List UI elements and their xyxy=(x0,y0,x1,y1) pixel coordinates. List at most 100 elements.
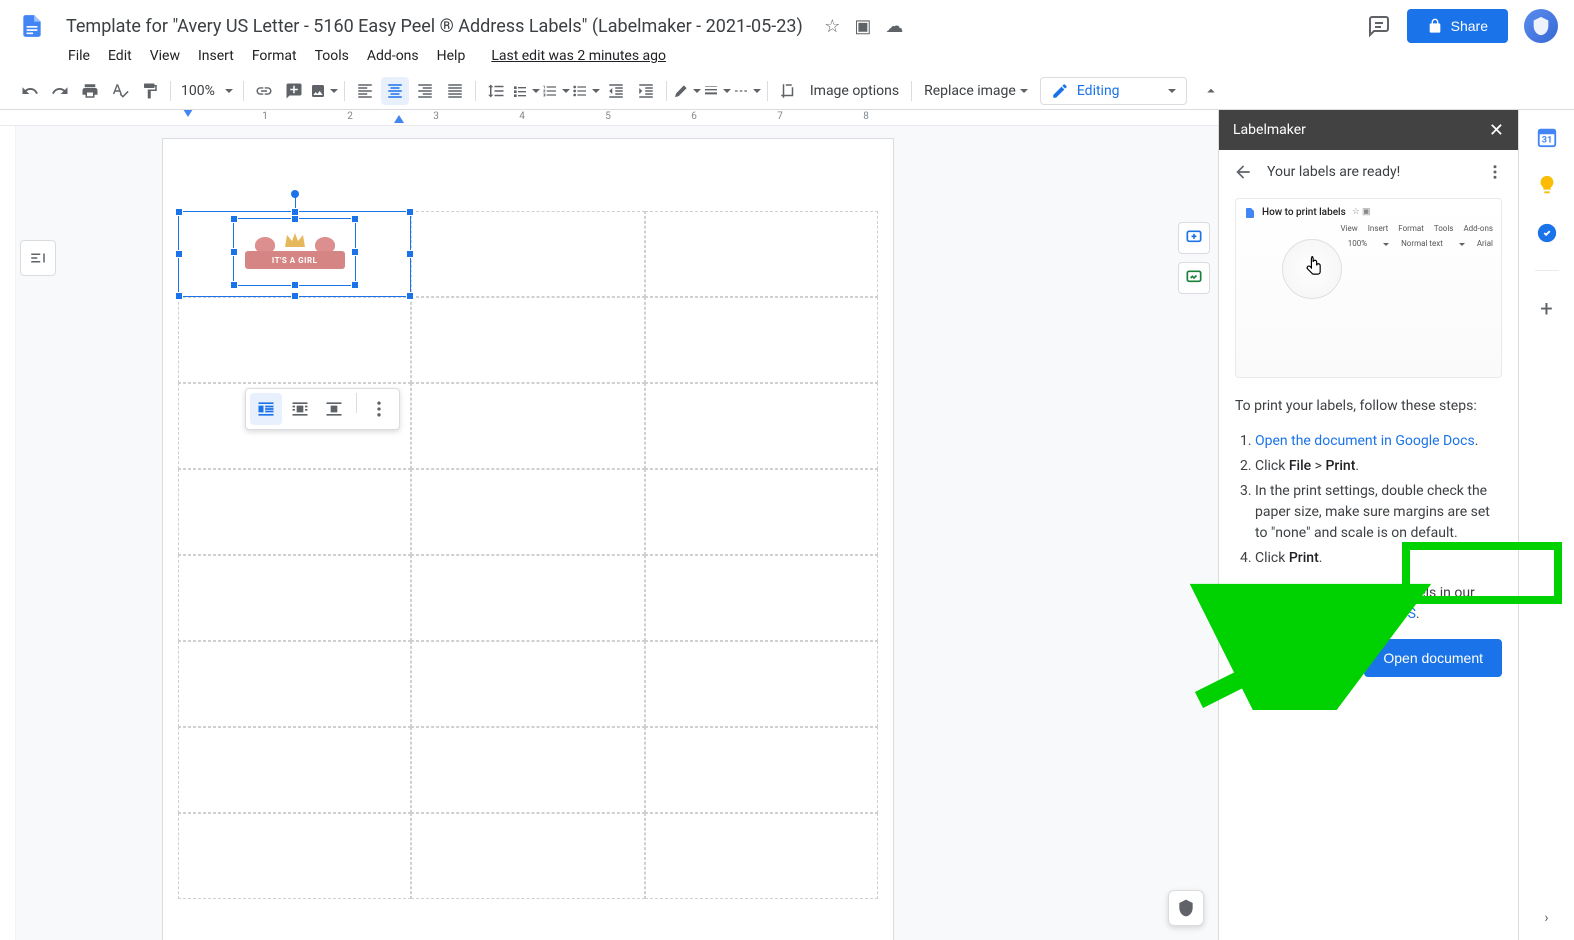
label-cell[interactable] xyxy=(178,813,411,899)
label-cell[interactable] xyxy=(645,211,878,297)
align-center-icon[interactable] xyxy=(381,77,409,105)
label-cell[interactable] xyxy=(411,383,644,469)
menu-tools[interactable]: Tools xyxy=(307,44,357,68)
label-cell[interactable] xyxy=(645,555,878,641)
horizontal-ruler[interactable]: 1 2 3 4 5 6 7 8 xyxy=(0,110,1218,126)
move-icon[interactable]: ▣ xyxy=(854,16,871,37)
add-comment-icon[interactable] xyxy=(1178,222,1210,254)
menu-addons[interactable]: Add-ons xyxy=(359,44,427,68)
cloud-icon[interactable]: ☁ xyxy=(885,16,903,37)
label-cell[interactable] xyxy=(411,555,644,641)
wrap-text-icon[interactable] xyxy=(284,393,316,425)
more-icon[interactable] xyxy=(1486,163,1504,181)
back-icon[interactable] xyxy=(1233,162,1253,182)
align-right-icon[interactable] xyxy=(411,77,439,105)
label-cell[interactable] xyxy=(645,297,878,383)
label-cell[interactable] xyxy=(645,469,878,555)
menu-format[interactable]: Format xyxy=(244,44,305,68)
its-a-girl-image: IT'S A GIRL xyxy=(245,227,345,277)
align-left-icon[interactable] xyxy=(351,77,379,105)
label-cell[interactable] xyxy=(178,555,411,641)
border-weight-icon[interactable] xyxy=(703,77,731,105)
cursor-hand-icon xyxy=(1282,239,1342,299)
menu-view[interactable]: View xyxy=(142,44,188,68)
border-dash-icon[interactable] xyxy=(733,77,761,105)
steps-list: Open the document in Google Docs. Click … xyxy=(1255,431,1502,569)
explore-button[interactable] xyxy=(1168,890,1204,926)
account-avatar[interactable] xyxy=(1524,9,1558,43)
document-area[interactable]: 1 2 3 4 5 6 7 8 xyxy=(0,110,1218,940)
label-cell[interactable] xyxy=(411,813,644,899)
label-cell[interactable] xyxy=(178,297,411,383)
last-edit-link[interactable]: Last edit was 2 minutes ago xyxy=(483,44,674,68)
doc-title[interactable]: Template for "Avery US Letter - 5160 Eas… xyxy=(60,14,809,39)
link-icon[interactable] xyxy=(250,77,278,105)
label-cell[interactable] xyxy=(411,211,644,297)
label-cell[interactable] xyxy=(411,641,644,727)
wrap-inline-icon[interactable] xyxy=(250,393,282,425)
vertical-ruler[interactable] xyxy=(0,126,16,940)
wrap-break-icon[interactable] xyxy=(318,393,350,425)
crop-icon[interactable] xyxy=(774,77,802,105)
indent-increase-icon[interactable] xyxy=(632,77,660,105)
menu-help[interactable]: Help xyxy=(429,44,474,68)
comments-icon[interactable] xyxy=(1367,14,1391,38)
paint-format-icon[interactable] xyxy=(136,77,164,105)
keep-icon[interactable] xyxy=(1536,174,1558,196)
zoom-select[interactable]: 100% xyxy=(177,79,237,103)
right-rail: 31 + › xyxy=(1518,110,1574,940)
image-options-button[interactable]: Image options xyxy=(804,79,905,103)
redo-icon[interactable] xyxy=(46,77,74,105)
share-button[interactable]: Share xyxy=(1407,9,1508,43)
menu-edit[interactable]: Edit xyxy=(100,44,140,68)
outline-toggle-icon[interactable] xyxy=(20,240,56,276)
docs-logo[interactable] xyxy=(12,6,52,46)
macos-link[interactable]: macOS xyxy=(1371,606,1416,622)
menu-file[interactable]: File xyxy=(60,44,98,68)
replace-image-button[interactable]: Replace image xyxy=(918,79,1034,103)
label-cell[interactable] xyxy=(411,727,644,813)
add-addon-icon[interactable]: + xyxy=(1536,297,1558,319)
label-cell[interactable] xyxy=(645,813,878,899)
suggest-edit-icon[interactable] xyxy=(1178,262,1210,294)
editing-mode-button[interactable]: Editing xyxy=(1040,77,1187,105)
document-page[interactable]: IT'S A GIRL xyxy=(162,138,894,940)
menu-insert[interactable]: Insert xyxy=(190,44,242,68)
image-icon[interactable] xyxy=(310,77,338,105)
open-document-button[interactable]: Open document xyxy=(1364,639,1502,677)
undo-icon[interactable] xyxy=(16,77,44,105)
align-justify-icon[interactable] xyxy=(441,77,469,105)
bulleted-list-icon[interactable] xyxy=(572,77,600,105)
tasks-icon[interactable] xyxy=(1536,222,1558,244)
labelmaker-sidepanel: Labelmaker ✕ Your labels are ready! How … xyxy=(1218,110,1518,940)
border-color-icon[interactable] xyxy=(673,77,701,105)
selected-image[interactable]: IT'S A GIRL xyxy=(233,218,356,286)
numbered-list-icon[interactable] xyxy=(542,77,570,105)
collapse-toolbar-icon[interactable] xyxy=(1197,77,1225,105)
label-cell[interactable] xyxy=(645,383,878,469)
label-cell[interactable] xyxy=(411,469,644,555)
back-button[interactable]: Back xyxy=(1285,639,1350,677)
line-spacing-icon[interactable] xyxy=(482,77,510,105)
learn-more: Learn more about printing labels in our … xyxy=(1235,583,1502,625)
close-icon[interactable]: ✕ xyxy=(1489,120,1504,141)
checklist-icon[interactable] xyxy=(512,77,540,105)
star-icon[interactable]: ☆ xyxy=(824,16,840,37)
label-cell[interactable] xyxy=(178,469,411,555)
print-icon[interactable] xyxy=(76,77,104,105)
windows-link[interactable]: Windows xyxy=(1294,606,1351,622)
label-cell[interactable] xyxy=(645,641,878,727)
collapse-rail-icon[interactable]: › xyxy=(1530,896,1562,940)
label-cell[interactable] xyxy=(645,727,878,813)
label-cell[interactable] xyxy=(178,641,411,727)
label-cell[interactable] xyxy=(178,727,411,813)
calendar-icon[interactable]: 31 xyxy=(1536,126,1558,148)
indent-decrease-icon[interactable] xyxy=(602,77,630,105)
label-cell-selected[interactable]: IT'S A GIRL xyxy=(178,211,411,297)
image-more-icon[interactable] xyxy=(363,393,395,425)
comment-icon[interactable] xyxy=(280,77,308,105)
open-doc-link[interactable]: Open the document in Google Docs xyxy=(1255,433,1475,449)
label-cell[interactable] xyxy=(411,297,644,383)
preview-image: How to print labels ☆ ▣ ViewInsertFormat… xyxy=(1235,198,1502,378)
spellcheck-icon[interactable] xyxy=(106,77,134,105)
